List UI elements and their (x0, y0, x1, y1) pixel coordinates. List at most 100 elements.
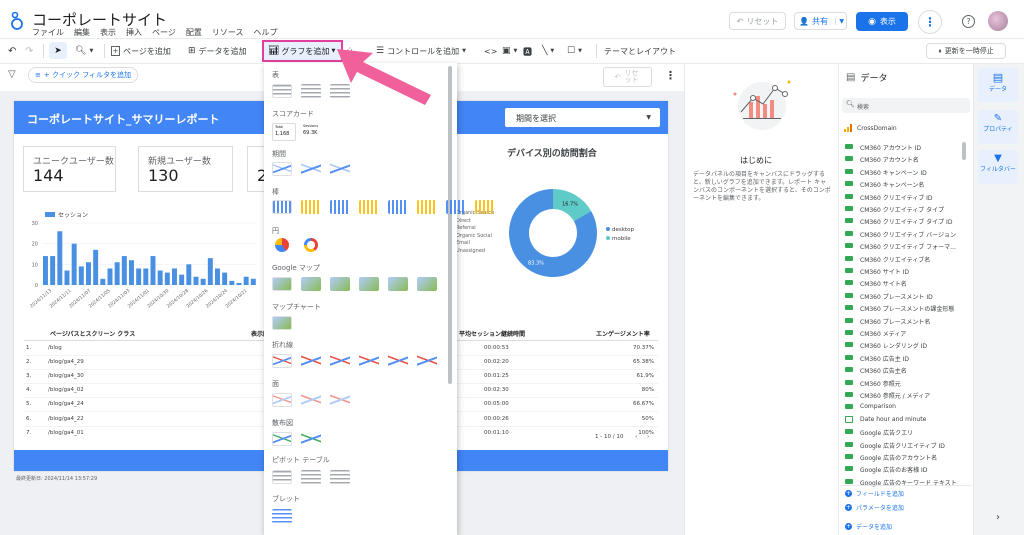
avatar[interactable] (988, 11, 1008, 31)
col-header-avg-duration[interactable]: 平均セッション継続時間 (459, 329, 525, 338)
session-bar[interactable] (186, 264, 192, 285)
next-page-icon[interactable]: › (647, 434, 649, 440)
col-header-page-path[interactable]: ページパスとスクリーン クラス (50, 329, 135, 338)
chart-type-line-icon[interactable] (301, 162, 321, 176)
chart-type-bar-icon[interactable] (417, 200, 437, 214)
chart-type-combo-icon[interactable] (359, 354, 379, 368)
chart-type-bar-icon[interactable] (272, 200, 292, 214)
chart-type-area-icon[interactable] (301, 393, 321, 407)
data-search-input[interactable]: 🔍︎ 検索 (842, 98, 970, 113)
data-field[interactable]: CM360 アカウント名 (845, 153, 960, 165)
session-bar[interactable] (93, 249, 99, 285)
chart-type-map-icon[interactable] (417, 277, 437, 291)
data-field[interactable]: CM360 キャンペーン ID (845, 166, 960, 178)
chart-type-bar-icon[interactable] (446, 200, 466, 214)
session-bar[interactable] (114, 262, 120, 285)
chart-type-combo-icon[interactable] (417, 354, 437, 368)
chart-type-map-icon[interactable] (272, 316, 292, 330)
data-field[interactable]: Google 広告のお客様 ID (845, 463, 960, 475)
chevron-down-icon[interactable]: ▼ (835, 17, 844, 25)
col-header-views[interactable]: 表示回数 (251, 329, 265, 338)
session-bar[interactable] (250, 278, 256, 285)
session-bar[interactable] (150, 256, 156, 285)
device-donut-chart[interactable]: 83.3% 16.7% (505, 185, 601, 281)
text-icon[interactable]: 🅰︎ (523, 44, 532, 58)
chart-type-table-icon[interactable] (272, 84, 292, 98)
zoom-button[interactable]: 🔍︎ ▼ (75, 44, 93, 58)
scorecard-sample-icon[interactable]: Total 1,168 (272, 123, 296, 141)
side-tab-data[interactable]: ▤ データ (978, 68, 1018, 102)
data-field[interactable]: CM360 サイト ID (845, 265, 960, 277)
session-bar[interactable] (179, 274, 185, 285)
session-bar[interactable] (236, 282, 242, 285)
data-field[interactable]: CM360 メディア (845, 327, 960, 339)
data-field[interactable]: CM360 クリエイティブ ID (845, 191, 960, 203)
session-bar[interactable] (107, 268, 113, 285)
data-field[interactable]: Google 広告のアカウント名 (845, 451, 960, 463)
chart-type-line-icon[interactable] (272, 162, 292, 176)
session-bar[interactable] (71, 243, 77, 285)
col-header-engagement[interactable]: エンゲージメント率 (596, 329, 650, 338)
more-vert-icon[interactable]: ⋮ (665, 69, 676, 82)
chart-type-map-icon[interactable] (301, 277, 321, 291)
session-bar[interactable] (136, 268, 142, 285)
image-icon[interactable]: ▣ ▼ (502, 44, 517, 58)
add-page-button[interactable]: + ページを追加 (111, 44, 171, 58)
chart-type-bullet-icon[interactable] (272, 509, 292, 523)
session-bar[interactable] (172, 268, 177, 285)
chart-type-area-icon[interactable] (272, 393, 292, 407)
data-field[interactable]: CM360 クリエイティブ タイプ ID (845, 215, 960, 227)
chart-type-map-icon[interactable] (272, 277, 292, 291)
chart-type-table-icon[interactable] (272, 470, 292, 484)
data-field[interactable]: CM360 参照元 / メディア (845, 389, 960, 401)
data-field[interactable]: CM360 広告主名 (845, 364, 960, 376)
session-bar[interactable] (100, 278, 106, 285)
scorecard-new-users[interactable]: 新規ユーザー数 130 (138, 146, 233, 192)
chart-type-bar-icon[interactable] (388, 200, 408, 214)
data-field[interactable]: CM360 プレースメント名 (845, 315, 960, 327)
data-source-row[interactable]: CrossDomain (844, 124, 897, 132)
session-bar[interactable] (243, 276, 249, 285)
data-field[interactable]: CM360 広告主 ID (845, 352, 960, 364)
add-data-link[interactable]: + データを追加 (845, 522, 892, 531)
chart-type-map-icon[interactable] (359, 277, 379, 291)
pause-updates-button[interactable]: ⏸ 更新を一時停止 (926, 43, 1006, 59)
help-icon[interactable]: ? (962, 15, 975, 28)
session-bar-chart[interactable]: 30201002024/11/132024/11/112024/11/07202… (24, 215, 264, 315)
side-tab-properties[interactable]: ✎ プロパティ (978, 110, 1018, 144)
shape-icon[interactable]: ☐ ▼ (567, 44, 582, 58)
session-bar[interactable] (207, 258, 213, 285)
scorecard-compact-icon[interactable]: Sessions 69.3K (301, 123, 325, 141)
data-field[interactable]: CM360 クリエイティブ タイプ (845, 203, 960, 215)
chart-type-bar-icon[interactable] (330, 200, 350, 214)
data-field[interactable]: CM360 クリエイティブ バージョン (845, 228, 960, 240)
data-field[interactable]: CM360 サイト名 (845, 277, 960, 289)
session-bar[interactable] (121, 256, 127, 285)
chart-type-scatter-icon[interactable] (301, 432, 321, 446)
data-field[interactable]: CM360 プレースメントの課金形態 (845, 302, 960, 314)
chart-type-area-icon[interactable] (330, 393, 350, 407)
data-field[interactable]: Comparison (845, 401, 960, 413)
add-field-link[interactable]: + フィールドを追加 (845, 489, 904, 498)
add-chart-button[interactable]: 📊︎ グラフを追加 ▼ (262, 40, 343, 62)
session-bar[interactable] (129, 260, 134, 285)
share-button[interactable]: 👤 共有 ▼ (794, 12, 847, 30)
chart-type-map-icon[interactable] (388, 277, 408, 291)
session-bar[interactable] (157, 270, 163, 285)
chart-type-table-icon[interactable] (301, 84, 321, 98)
data-field[interactable]: Google 広告クエリ (845, 426, 960, 438)
session-bar[interactable] (64, 270, 70, 285)
chart-type-table-icon[interactable] (301, 470, 321, 484)
data-field[interactable]: CM360 キャンペーン名 (845, 178, 960, 190)
chart-type-pie-icon[interactable] (275, 238, 289, 252)
app-logo[interactable] (10, 11, 24, 31)
chart-type-combo-icon[interactable] (272, 354, 292, 368)
session-bar[interactable] (86, 262, 91, 285)
session-bar[interactable] (193, 276, 199, 285)
view-button[interactable]: ◉ 表示 (856, 12, 908, 31)
line-icon[interactable]: ╲ ▼ (542, 44, 554, 58)
filter-icon[interactable]: ▽ (8, 69, 16, 80)
session-bar[interactable] (57, 231, 63, 285)
add-parameter-link[interactable]: + パラメータを追加 (845, 503, 904, 512)
data-field[interactable]: CM360 参照元 (845, 377, 960, 389)
